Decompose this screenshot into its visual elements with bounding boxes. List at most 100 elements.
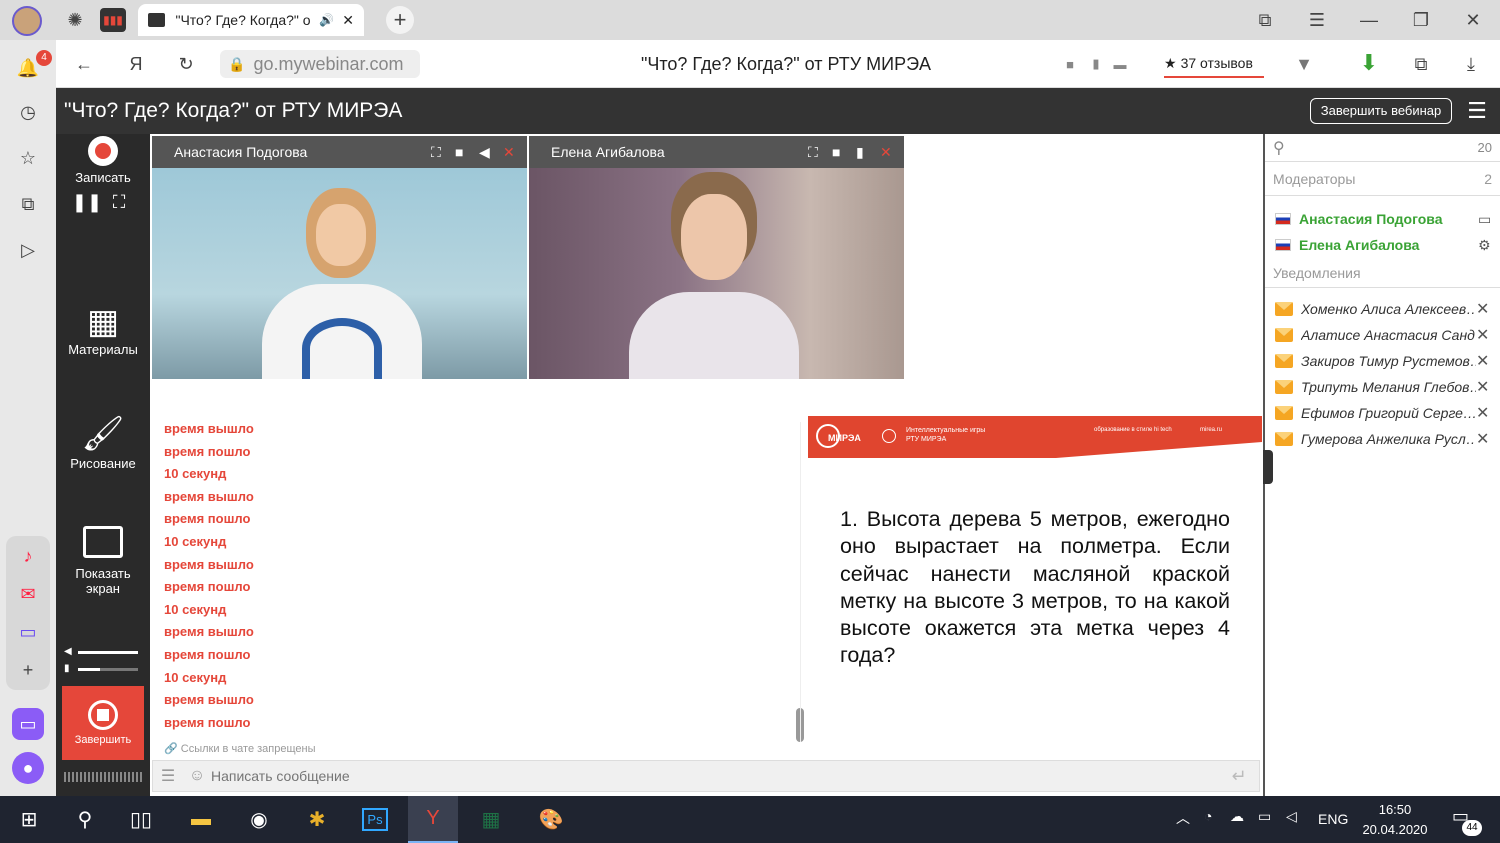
video-camera-icon[interactable]: ■ <box>455 144 479 160</box>
yandex-browser-icon[interactable]: Y <box>408 796 458 843</box>
download-green-icon[interactable]: ⬇ <box>1356 50 1382 76</box>
page-title: "Что? Где? Когда?" от РТУ МИРЭА <box>640 54 932 74</box>
mic-video-icon[interactable]: ▮ <box>856 144 880 161</box>
dismiss-icon[interactable]: ✕ <box>1476 429 1500 449</box>
pause-icon[interactable]: ❚❚ <box>72 192 102 212</box>
drawing-button[interactable]: 🖌 Рисование <box>56 412 150 471</box>
gear-icon[interactable]: ⚙ <box>1478 237 1500 254</box>
moderator-row[interactable]: Анастасия Подогова ▭ <box>1265 206 1500 232</box>
paint-icon[interactable]: 🎨 <box>526 796 576 843</box>
new-tab-icon[interactable]: + <box>386 6 414 34</box>
close-tab-icon[interactable]: ✕ <box>342 12 354 29</box>
steam-icon[interactable]: ◉ <box>234 796 284 843</box>
sound-icon[interactable]: ◁ <box>1286 808 1297 825</box>
hamburger-icon[interactable]: ☰ <box>1464 98 1490 124</box>
music-icon[interactable]: ♪ <box>14 542 42 570</box>
fullscreen-icon[interactable]: ⛶ <box>108 192 130 212</box>
action-center-badge: 44 <box>1462 820 1482 836</box>
wifi-icon[interactable]: ◔ <box>1204 808 1212 824</box>
dismiss-icon[interactable]: ✕ <box>1476 325 1500 345</box>
moderators-header: Модераторы 2 <box>1265 162 1500 196</box>
active-tab[interactable]: "Что? Где? Когда?" о 🔊 ✕ <box>138 4 364 36</box>
yandex-icon[interactable]: Я <box>122 52 150 76</box>
notification-row[interactable]: Хоменко Алиса Алексеев… ✕ <box>1265 296 1500 322</box>
language-indicator[interactable]: ENG <box>1318 811 1348 827</box>
mic-icon[interactable]: ▮ <box>1086 54 1106 74</box>
collections-icon[interactable]: ⧉ <box>1252 8 1278 32</box>
chat-message-input[interactable] <box>211 768 1219 784</box>
dismiss-icon[interactable]: ✕ <box>1476 403 1500 423</box>
history-icon[interactable]: ◷ <box>14 98 42 126</box>
slack-icon[interactable]: ✱ <box>292 796 342 843</box>
record-button[interactable]: Записать <box>56 136 150 185</box>
collapse-panel-handle[interactable] <box>1263 450 1273 484</box>
screen-icon[interactable]: ▭ <box>1478 211 1500 228</box>
dismiss-icon[interactable]: ✕ <box>1476 377 1500 397</box>
add-app-icon[interactable]: + <box>14 656 42 684</box>
send-enter-icon[interactable]: ↵ <box>1219 766 1259 787</box>
profile-avatar[interactable] <box>12 6 42 36</box>
reload-icon[interactable]: ↻ <box>172 52 200 76</box>
excel-icon[interactable]: ▦ <box>466 796 516 843</box>
minimize-icon[interactable]: — <box>1356 8 1382 32</box>
downloads-icon[interactable]: ⤓ <box>1458 52 1484 76</box>
mic-slider[interactable] <box>78 668 138 671</box>
tabs-icon[interactable]: ⧉ <box>14 190 42 218</box>
moderator-row[interactable]: Елена Агибалова ⚙ <box>1265 232 1500 258</box>
share-screen-button[interactable]: Показать экран <box>56 526 150 596</box>
clock-date[interactable]: 20.04.2020 <box>1356 822 1434 837</box>
level-meter <box>64 772 142 782</box>
openai-tab-icon[interactable]: ✺ <box>62 8 88 32</box>
webinar-tab-icon[interactable]: ▮▮▮ <box>100 8 126 32</box>
chat-bubble-icon[interactable]: ▬ <box>1110 54 1130 74</box>
end-webinar-button[interactable]: Завершить вебинар <box>1310 98 1452 124</box>
dismiss-icon[interactable]: ✕ <box>1476 351 1500 371</box>
volume-icon[interactable]: ◀ <box>479 144 503 161</box>
clock-time[interactable]: 16:50 <box>1362 802 1428 817</box>
expand-icon-2[interactable]: ⛶ <box>808 144 832 161</box>
bookmark-icon[interactable]: ▼ <box>1292 52 1316 76</box>
close-video-icon[interactable]: ✕ <box>503 144 527 161</box>
star-icon[interactable]: ☆ <box>14 144 42 172</box>
search-taskbar-icon[interactable]: ⚲ <box>60 796 110 843</box>
alice-icon[interactable]: ● <box>12 752 44 784</box>
close-video-icon-2[interactable]: ✕ <box>880 144 904 161</box>
video-camera-icon-2[interactable]: ■ <box>832 144 856 160</box>
notification-row[interactable]: Гумерова Анжелика Русл… ✕ <box>1265 426 1500 452</box>
alice-app-icon[interactable]: ▭ <box>12 708 44 740</box>
participants-search[interactable]: ⚲ 20 <box>1265 134 1500 162</box>
url-field[interactable]: 🔒 go.mywebinar.com <box>220 50 420 78</box>
restore-icon[interactable]: ❐ <box>1408 8 1434 32</box>
play-icon[interactable]: ▷ <box>14 236 42 264</box>
menu-icon[interactable]: ☰ <box>1304 8 1330 32</box>
photoshop-icon[interactable]: Ps <box>350 796 400 843</box>
expand-icon[interactable]: ⛶ <box>431 144 455 161</box>
finish-button[interactable]: Завершить <box>62 686 144 760</box>
notification-row[interactable]: Трипуть Мелания Глебов… ✕ <box>1265 374 1500 400</box>
materials-button[interactable]: ▦ Материалы <box>56 302 150 357</box>
back-icon[interactable]: ← <box>70 52 98 76</box>
extensions-icon[interactable]: ⧉ <box>1408 52 1434 76</box>
moderators-label: Модераторы <box>1273 170 1356 187</box>
tray-chevron-icon[interactable]: ︿ <box>1176 808 1190 828</box>
notification-row[interactable]: Закиров Тимур Рустемов… ✕ <box>1265 348 1500 374</box>
mail-icon[interactable]: ✉ <box>14 580 42 608</box>
reviews-link[interactable]: ★ 37 отзывов <box>1164 50 1264 78</box>
chat-menu-icon[interactable]: ☰ <box>153 766 183 786</box>
windows-start-icon[interactable]: ⊞ <box>4 796 54 843</box>
battery-icon[interactable]: ▭ <box>1258 808 1271 825</box>
notification-row[interactable]: Ефимов Григорий Серге… ✕ <box>1265 400 1500 426</box>
envelope-icon <box>1275 354 1293 368</box>
speaker-icon[interactable]: 🔊 <box>319 13 334 27</box>
task-view-icon[interactable]: ▯▯ <box>116 796 166 843</box>
materials-label: Материалы <box>68 342 138 357</box>
file-explorer-icon[interactable]: ▬ <box>176 796 226 843</box>
dismiss-icon[interactable]: ✕ <box>1476 299 1500 319</box>
cloud-icon[interactable]: ☁ <box>1230 808 1244 825</box>
camera-icon[interactable]: ■ <box>1060 54 1080 74</box>
volume-slider[interactable] <box>78 651 138 654</box>
emoji-icon[interactable]: ☺ <box>183 767 211 785</box>
close-window-icon[interactable]: ✕ <box>1460 8 1486 32</box>
notification-row[interactable]: Алатисе Анастасия Санд… ✕ <box>1265 322 1500 348</box>
messenger-icon[interactable]: ▭ <box>14 618 42 646</box>
